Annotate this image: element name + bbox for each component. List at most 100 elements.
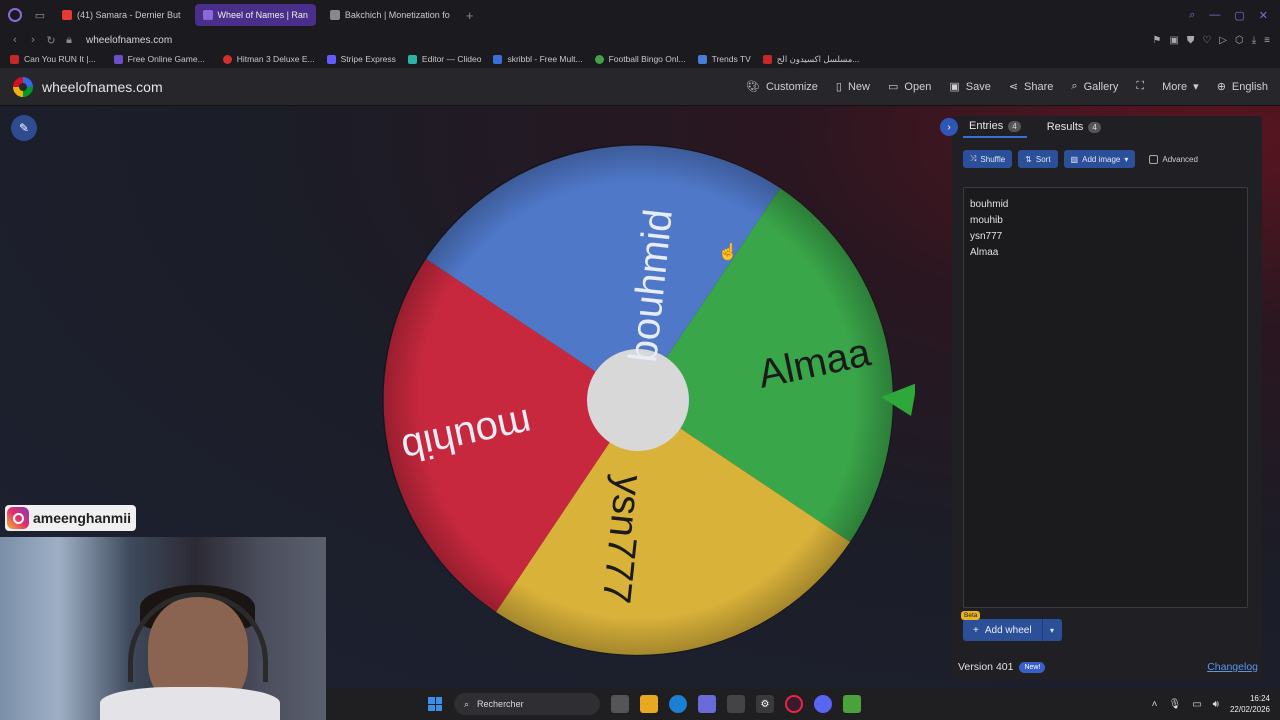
discord-icon[interactable] [814,695,832,713]
menu-icon[interactable]: ≡ [1264,35,1270,46]
share-icon: ⋖ [1008,81,1019,93]
entry-line: bouhmid [970,199,1009,210]
bookmark-favicon-icon [10,54,19,64]
menu-label: Open [904,80,932,93]
bookmark-item[interactable]: Football Bingo Onl... [594,54,686,64]
microphone-icon[interactable]: 🎙︎ [1168,699,1181,710]
save-button[interactable]: ▣ Save [949,80,991,94]
copilot-icon[interactable] [698,695,716,713]
opera-icon[interactable] [785,695,803,713]
bookmark-label: Stripe Express [340,54,396,64]
tab-results[interactable]: Results 4 [1041,116,1107,138]
app-icon[interactable] [843,695,861,713]
bookmark-label: Free Online Game... [127,54,205,64]
share-button[interactable]: ⋖ Share [1008,80,1054,94]
add-image-button[interactable]: ▨ Add image ▾ [1063,150,1136,168]
url-field[interactable]: wheelofnames.com [86,35,172,46]
extensions-icon[interactable]: ⬡ [1235,35,1244,46]
tab-bakchich[interactable]: Bakchich | Monetization fo [322,4,458,26]
windows-start-icon[interactable] [428,697,442,711]
bookmark-item[interactable]: مسلسل اكسيدون الح... [762,54,859,65]
task-view-icon[interactable] [611,695,629,713]
window-controls: ⌕ — ▢ ✕ [1189,9,1280,22]
edge-icon[interactable] [669,695,687,713]
collapse-chevron-icon[interactable]: › [940,118,958,136]
site-name[interactable]: wheelofnames.com [42,79,163,95]
close-icon[interactable]: ✕ [1259,9,1268,22]
tab-entries[interactable]: Entries 4 [963,116,1027,138]
forward-icon[interactable]: › [24,34,42,46]
bookmark-item[interactable]: Free Online Game... [113,54,205,64]
bookmark-item[interactable]: Hitman 3 Deluxe E... [222,54,315,64]
image-icon: ▨ [1070,154,1079,164]
hand-cursor-icon: ☝ [718,244,738,261]
language-button[interactable]: ⊕ English [1217,80,1268,94]
webcam-overlay [0,537,326,720]
fullscreen-button[interactable]: ⛶ [1136,80,1144,93]
bookmark-favicon-icon [326,54,336,64]
display-icon[interactable]: ▭ [1192,699,1201,710]
add-wheel-button[interactable]: + Add wheel ▾ [963,619,1062,641]
menu-label: Save [965,80,991,93]
changelog-link[interactable]: Changelog [1207,661,1258,673]
back-icon[interactable]: ‹ [6,34,24,46]
store-icon[interactable] [727,695,745,713]
new-tab-icon[interactable]: + [466,8,474,23]
snapshot-icon[interactable]: ▣ [1169,35,1178,46]
heart-icon[interactable]: ♡ [1202,35,1211,46]
bookmark-item[interactable]: Can You RUN It |... [10,54,96,64]
chevron-up-icon[interactable]: ˄ [1152,699,1158,710]
gallery-button[interactable]: ⌕ Gallery [1071,80,1118,93]
bookmark-item[interactable]: Stripe Express [326,54,396,64]
bookmark-label: Hitman 3 Deluxe E... [236,54,315,64]
search-placeholder: Rechercher [477,699,524,709]
file-explorer-icon[interactable] [640,695,658,713]
count-badge: 4 [1088,121,1101,133]
menu-label: Share [1024,80,1054,93]
tab-overview-icon[interactable]: ▭ [32,7,48,23]
checkbox-icon [1149,154,1159,164]
download-icon[interactable]: ⤓ [1252,35,1256,46]
play-icon[interactable]: ▷ [1219,35,1227,46]
bookmark-icon[interactable]: ⚑ [1152,35,1161,46]
maximize-icon[interactable]: ▢ [1234,9,1244,22]
palette-icon: 🎨︎ [745,81,760,93]
minimize-icon[interactable]: — [1209,9,1220,22]
open-button[interactable]: ▭ Open [888,80,932,94]
reload-icon[interactable]: ↻ [42,34,60,47]
youtube-icon [62,10,72,20]
taskbar-search[interactable]: ⌕ Rechercher [454,693,600,715]
clock[interactable]: 16:24 22/02/2026 [1230,693,1270,715]
opera-logo-icon[interactable] [8,8,22,22]
button-label: Shuffle [980,154,1006,164]
more-button[interactable]: More ▾ [1162,80,1199,94]
wheel[interactable]: bouhmid Almaa ysn777 mouhib [375,134,915,688]
bookmark-item[interactable]: Editor — Clideo [407,54,481,64]
new-button[interactable]: ▯ New [836,80,870,94]
tab-label: Results [1046,121,1084,133]
wheel-center[interactable] [587,349,689,451]
add-wheel-dropdown-icon[interactable]: ▾ [1041,619,1062,641]
bookmark-item[interactable]: skribbl - Free Mult... [493,54,583,64]
shuffle-button[interactable]: ⤨ Shuffle [963,150,1013,168]
search-tabs-icon[interactable]: ⌕ [1189,9,1195,22]
site-header: wheelofnames.com 🎨︎ Customize ▯ New ▭ Open … [0,68,1280,106]
tab-samara[interactable]: (41) Samara - Dernier But [54,4,189,26]
sort-button[interactable]: ⇅ Sort [1018,150,1058,168]
volume-icon[interactable]: 🔊︎ [1213,699,1219,710]
shield-icon[interactable]: ⛊ [1187,35,1195,46]
edit-pencil-icon[interactable]: ✎ [11,115,37,141]
count-badge: 4 [1008,120,1021,132]
wheel-logo-icon[interactable] [13,76,33,97]
tab-label: Wheel of Names | Ran [217,10,308,20]
tab-wheel-of-names[interactable]: Wheel of Names | Ran [194,4,316,26]
settings-icon[interactable]: ⚙ [756,695,774,713]
add-wheel-main[interactable]: + Add wheel [963,619,1042,641]
bookmark-label: Can You RUN It |... [24,54,96,64]
customize-button[interactable]: 🎨︎ Customize [745,80,818,94]
panel-tabs: › Entries 4 Results 4 [940,116,1262,138]
advanced-checkbox[interactable]: Advanced [1149,154,1198,164]
address-bar-icons: ⚑ ▣ ⛊ ♡ ▷ ⬡ ⤓ ≡ [1152,35,1280,46]
bookmark-item[interactable]: Trends TV [697,54,751,64]
entries-textarea[interactable]: bouhmid mouhib ysn777 Almaa [963,187,1248,608]
